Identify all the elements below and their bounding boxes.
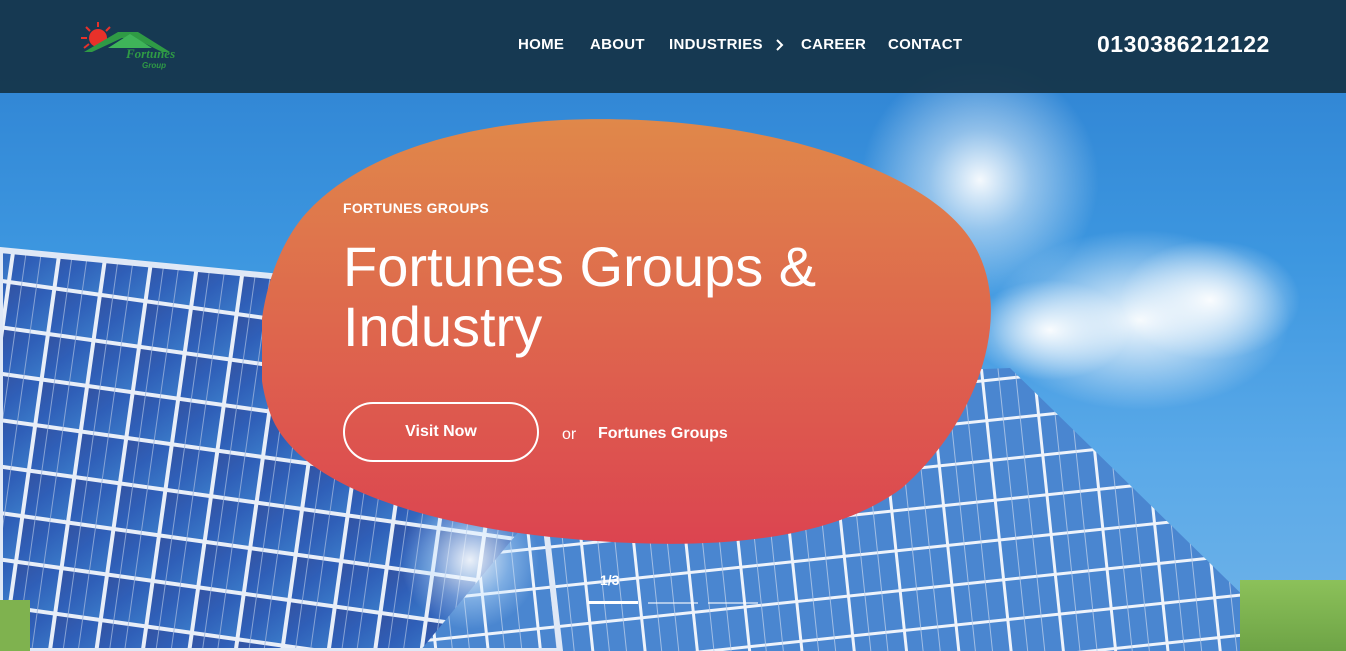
nav-about[interactable]: ABOUT	[590, 36, 645, 53]
fortunes-logo[interactable]: Fortunes Group	[78, 18, 180, 70]
hero-headline: Fortunes Groups & Industry	[343, 235, 817, 358]
logo-subtext: Group	[142, 61, 166, 70]
or-separator: or	[562, 426, 577, 443]
slide-indicator-2[interactable]	[648, 602, 698, 604]
nav-home[interactable]: HOME	[518, 36, 564, 53]
grass	[1240, 580, 1346, 651]
slide-indicator-1[interactable]	[588, 601, 638, 604]
fortunes-groups-link[interactable]: Fortunes Groups	[598, 425, 728, 443]
phone-number[interactable]: 0130386212122	[1097, 31, 1270, 58]
slide-indicator-3[interactable]	[708, 602, 758, 604]
hero-eyebrow: FORTUNES GROUPS	[343, 200, 490, 216]
chevron-right-icon[interactable]	[775, 37, 785, 53]
nav-contact[interactable]: CONTACT	[888, 36, 962, 53]
visit-now-button[interactable]: Visit Now	[343, 402, 539, 462]
nav-industries[interactable]: INDUSTRIES	[669, 36, 763, 53]
grass-left	[0, 600, 30, 651]
top-navbar: Fortunes Group HOME ABOUT INDUSTRIES CAR…	[0, 0, 1346, 93]
nav-career[interactable]: CAREER	[801, 36, 866, 53]
slide-counter: 1/3	[600, 572, 620, 588]
logo-text: Fortunes	[125, 46, 175, 61]
